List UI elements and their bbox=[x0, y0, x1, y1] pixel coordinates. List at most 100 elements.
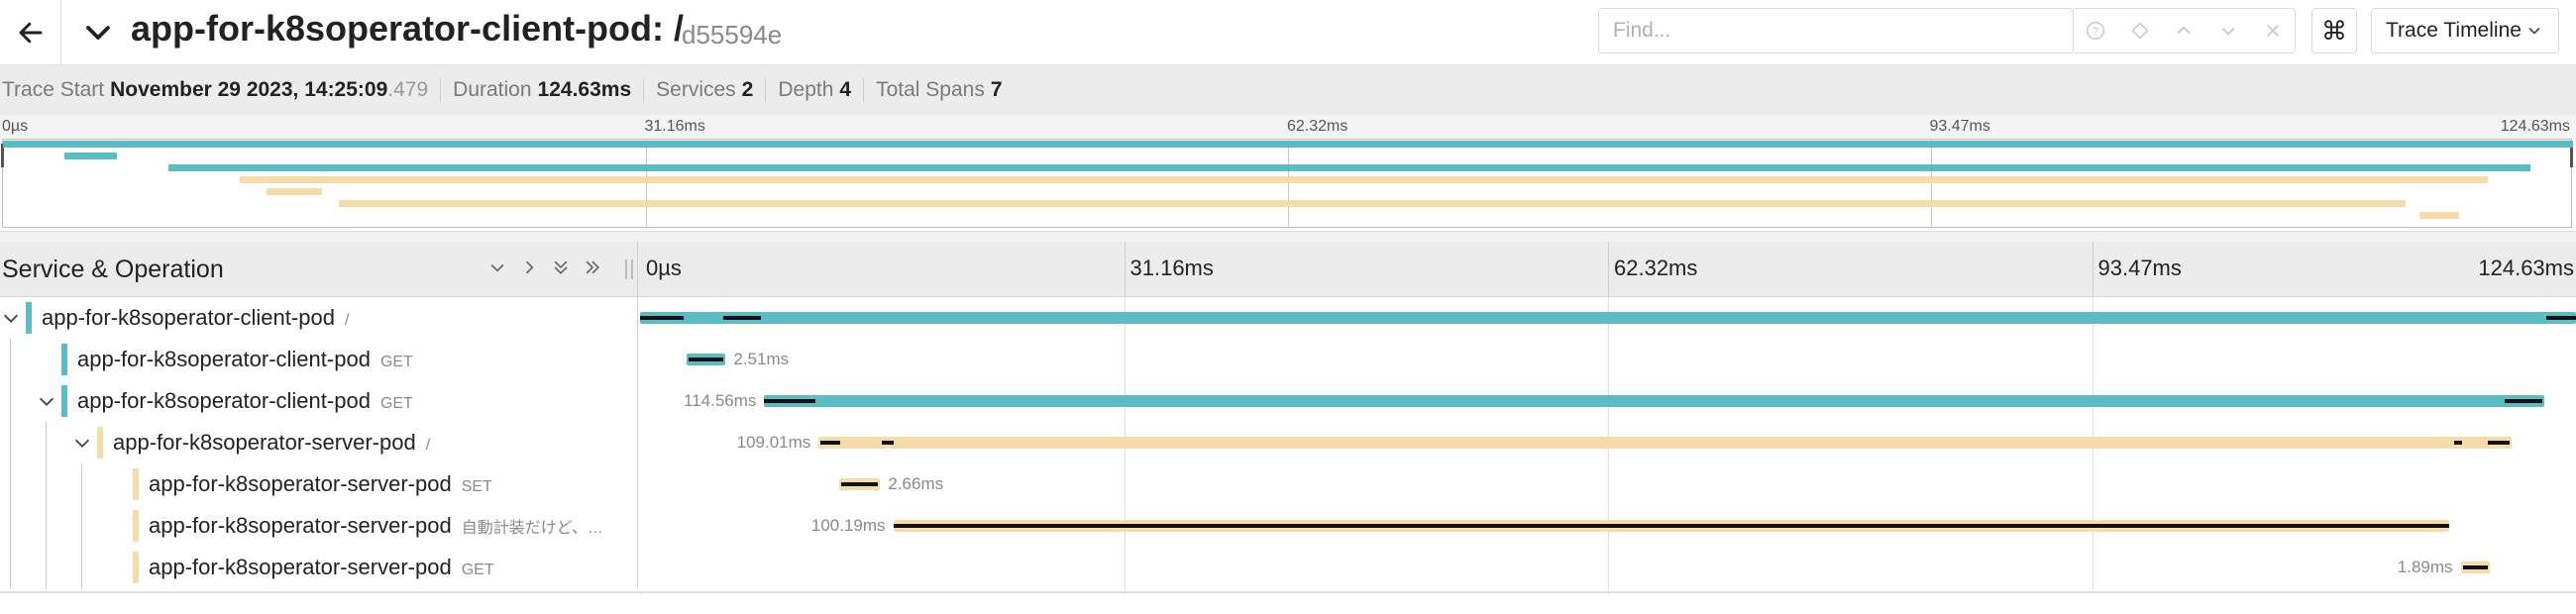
chevron-down-icon[interactable] bbox=[83, 18, 113, 48]
trace-title: app-for-k8soperator-client-pod: / bbox=[131, 8, 685, 49]
service-color-marker bbox=[133, 510, 139, 542]
operation-name: / bbox=[425, 437, 431, 454]
critical-path-segment bbox=[764, 399, 816, 403]
critical-path-segment bbox=[723, 316, 761, 320]
span-rows: app-for-k8soperator-client-pod / app-for-k… bbox=[0, 297, 2576, 594]
column-resizer[interactable] bbox=[625, 259, 633, 279]
span-service-name[interactable]: app-for-k8soperator-client-pod GET bbox=[77, 347, 413, 372]
span-service-name[interactable]: app-for-k8soperator-client-pod / bbox=[42, 305, 349, 331]
minimap-gridline bbox=[1930, 140, 1932, 227]
find-input[interactable] bbox=[1613, 9, 2049, 52]
span-service-name[interactable]: app-for-k8soperator-server-pod / bbox=[113, 430, 430, 456]
span-service-name[interactable]: app-for-k8soperator-server-pod GET bbox=[149, 555, 494, 580]
service-operation-label: Service & Operation bbox=[2, 256, 224, 283]
expand-one-icon[interactable] bbox=[517, 256, 541, 279]
timeline-header-gridline bbox=[1124, 242, 1126, 297]
span-duration-label: 100.19ms bbox=[810, 516, 886, 535]
minimap-span-bar bbox=[339, 200, 2406, 207]
span-row[interactable]: app-for-k8soperator-server-pod / 109.01ms bbox=[0, 422, 2576, 463]
span-row[interactable]: app-for-k8soperator-server-pod GET 1.89ms bbox=[0, 547, 2576, 588]
locate-icon[interactable] bbox=[2118, 9, 2163, 52]
chevron-up-icon[interactable] bbox=[2162, 9, 2206, 52]
timeline-header: Service & Operation 0µs 31.16ms 62.32ms 93.… bbox=[0, 242, 2576, 297]
service-name: app-for-k8soperator-server-pod bbox=[149, 555, 452, 579]
span-duration-label: 109.01ms bbox=[736, 433, 811, 452]
minimap-tick-label: 93.47ms bbox=[1929, 118, 1990, 135]
service-color-marker bbox=[133, 468, 139, 500]
minimap-tick-label: 124.63ms bbox=[2500, 118, 2570, 135]
span-name-cell[interactable]: app-for-k8soperator-server-pod SET bbox=[0, 463, 638, 505]
service-name: app-for-k8soperator-client-pod bbox=[77, 388, 371, 413]
collapse-all-icon[interactable] bbox=[549, 256, 573, 279]
tree-guide-line bbox=[46, 463, 47, 505]
duration-label: Duration bbox=[453, 78, 532, 101]
section-divider bbox=[0, 232, 2576, 242]
trace-start-ms: .479 bbox=[387, 78, 429, 101]
minimap-tick-label: 62.32ms bbox=[1287, 118, 1348, 135]
minimap-area[interactable] bbox=[1, 139, 2573, 228]
span-service-name[interactable]: app-for-k8soperator-server-pod SET bbox=[149, 471, 492, 497]
minimap-tick-label: 0µs bbox=[2, 118, 29, 135]
find-field[interactable] bbox=[1598, 8, 2074, 53]
svg-text:?: ? bbox=[2093, 26, 2098, 38]
clear-icon[interactable] bbox=[2250, 9, 2295, 52]
span-name-cell[interactable]: app-for-k8soperator-server-pod 自動計装だけど、… bbox=[0, 505, 638, 547]
span-row[interactable]: app-for-k8soperator-server-pod 自動計装だけど、… 1… bbox=[0, 505, 2576, 547]
view-selector[interactable]: Trace Timeline bbox=[2371, 8, 2559, 53]
tree-guide-line bbox=[10, 339, 11, 380]
tree-guide-line bbox=[10, 422, 11, 463]
chevron-down-icon[interactable] bbox=[2206, 9, 2251, 52]
span-row[interactable]: app-for-k8soperator-client-pod GET 2.51ms bbox=[0, 339, 2576, 380]
span-name-cell[interactable]: app-for-k8soperator-client-pod GET bbox=[0, 380, 638, 422]
timeline-tick-label: 124.63ms bbox=[2478, 256, 2574, 280]
minimap-span-bar bbox=[240, 176, 2489, 183]
service-name: app-for-k8soperator-server-pod bbox=[113, 430, 416, 455]
page-title: app-for-k8soperator-client-pod: / bbox=[131, 8, 684, 50]
operation-name: / bbox=[344, 312, 350, 329]
span-name-cell[interactable]: app-for-k8soperator-server-pod / bbox=[0, 422, 638, 463]
back-button[interactable] bbox=[0, 0, 61, 65]
span-service-name[interactable]: app-for-k8soperator-server-pod 自動計装だけど、… bbox=[149, 513, 603, 539]
critical-path-segment bbox=[2488, 441, 2511, 445]
keyboard-shortcuts-button[interactable]: ⌘ bbox=[2311, 8, 2357, 53]
trace-minimap[interactable]: 0µs 31.16ms 62.32ms 93.47ms 124.63ms bbox=[0, 115, 2576, 232]
operation-name: SET bbox=[461, 478, 492, 495]
span-name-cell[interactable]: app-for-k8soperator-server-pod GET bbox=[0, 547, 638, 588]
chevron-down-icon[interactable] bbox=[36, 390, 57, 412]
services-value: 2 bbox=[741, 78, 754, 101]
span-service-name[interactable]: app-for-k8soperator-client-pod GET bbox=[77, 388, 413, 414]
trace-start: Trace Start November 29 2023, 14:25:09.4… bbox=[2, 78, 442, 102]
minimap-ticks: 0µs 31.16ms 62.32ms 93.47ms 124.63ms bbox=[0, 115, 2576, 139]
span-row[interactable]: app-for-k8soperator-client-pod GET 114.56m… bbox=[0, 380, 2576, 422]
service-color-marker bbox=[133, 552, 139, 583]
chevron-down-icon[interactable] bbox=[71, 432, 93, 454]
collapse-one-icon[interactable] bbox=[485, 256, 509, 279]
tree-guide-line bbox=[81, 463, 82, 505]
chevron-down-icon[interactable] bbox=[0, 307, 22, 329]
tree-guide-line bbox=[46, 505, 47, 547]
critical-path-segment bbox=[689, 358, 724, 361]
minimap-span-bar bbox=[2419, 212, 2459, 219]
span-name-cell[interactable]: app-for-k8soperator-client-pod GET bbox=[0, 339, 638, 380]
service-color-marker bbox=[61, 344, 67, 375]
critical-path-segment bbox=[893, 524, 2450, 528]
expand-all-icon[interactable] bbox=[581, 256, 604, 279]
timeline-tick-label: 93.47ms bbox=[2097, 256, 2182, 280]
span-row[interactable]: app-for-k8soperator-client-pod / bbox=[0, 297, 2576, 339]
service-color-marker bbox=[97, 427, 103, 459]
minimap-tick-label: 31.16ms bbox=[644, 118, 705, 135]
trace-duration: Duration 124.63ms bbox=[453, 78, 645, 102]
span-bar[interactable] bbox=[764, 395, 2544, 407]
timeline-tick-label: 0µs bbox=[646, 256, 682, 280]
span-bar[interactable] bbox=[818, 437, 2513, 449]
timeline-header-gridline bbox=[1608, 242, 1609, 297]
trace-total-spans: Total Spans 7 bbox=[876, 78, 1014, 102]
span-name-cell[interactable]: app-for-k8soperator-client-pod / bbox=[0, 297, 638, 339]
minimap-span-bar bbox=[3, 141, 2573, 148]
critical-path-segment bbox=[2504, 399, 2542, 403]
critical-path-segment bbox=[2462, 565, 2489, 569]
span-row[interactable]: app-for-k8soperator-server-pod SET 2.66ms bbox=[0, 463, 2576, 505]
help-icon[interactable]: ? bbox=[2074, 9, 2118, 52]
service-name: app-for-k8soperator-client-pod bbox=[77, 347, 371, 371]
span-bar[interactable] bbox=[640, 312, 2576, 324]
